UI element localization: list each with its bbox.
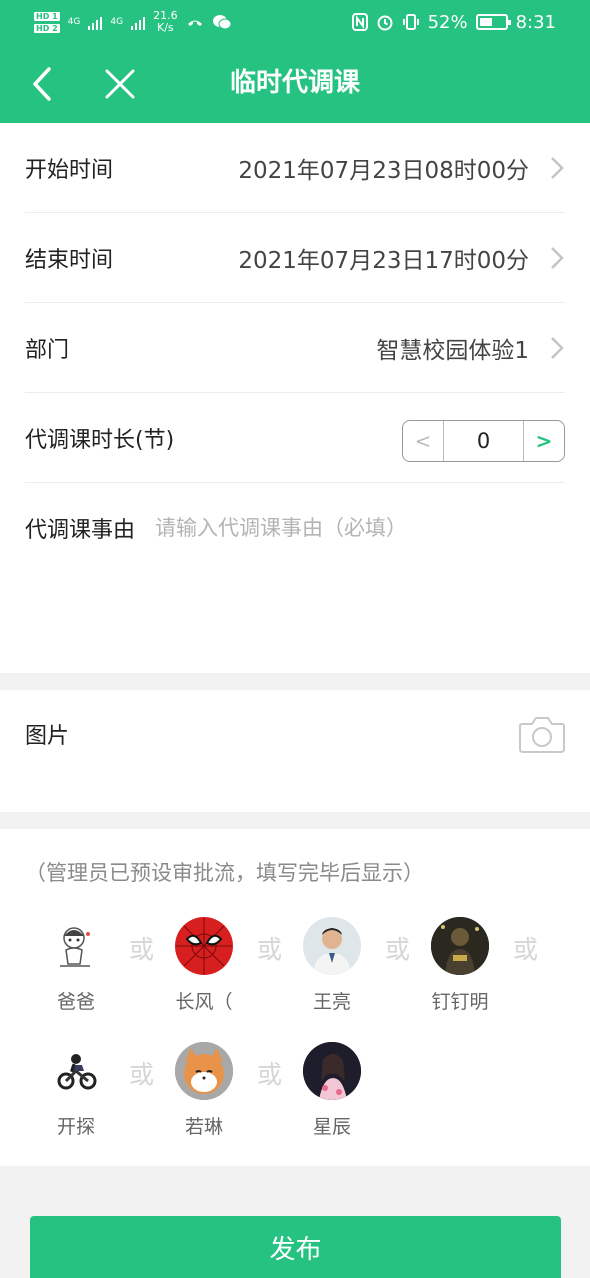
avatar [175, 1042, 233, 1100]
avatar [175, 917, 233, 975]
status-bar: HD 1 HD 2 4G 4G 21.6 K/s 52% 8:31 [0, 0, 590, 44]
end-time-value: 2021年07月23日17时00分 [238, 247, 529, 274]
approver-name: 长风（ [175, 991, 233, 1013]
picture-label: 图片 [25, 724, 70, 749]
chevron-right-icon [551, 157, 564, 179]
or-separator: 或 [129, 935, 155, 964]
chevron-left-icon[interactable] [22, 64, 62, 104]
or-separator: 或 [257, 935, 283, 964]
battery-fill [479, 18, 492, 26]
vibrate-icon [402, 14, 419, 30]
avatar [47, 1042, 105, 1100]
duration-row: 代调课时长(节) < 0 > [25, 393, 565, 483]
speed-unit: K/s [157, 21, 174, 34]
wechat-icon [212, 15, 232, 30]
approver-name: 星辰 [312, 1116, 351, 1138]
network-label-2: 4G [110, 17, 124, 27]
picture-section: 图片 [0, 690, 590, 812]
avatar [303, 917, 361, 975]
network-label-1: 4G [67, 17, 81, 27]
avatar [431, 917, 489, 975]
end-time-row[interactable]: 结束时间 2021年07月23日17时00分 [25, 213, 565, 303]
status-left: HD 1 HD 2 4G 4G 21.6 K/s [34, 6, 232, 38]
approver: 若琳 [159, 1042, 249, 1139]
reason-row: 代调课事由 [25, 483, 565, 573]
clock: 8:31 [515, 11, 556, 33]
approver: 长风（ [159, 917, 249, 1014]
approver: 星辰 [287, 1042, 377, 1139]
phone-call-icon [187, 20, 202, 26]
duration-value[interactable]: 0 [444, 421, 523, 461]
signal-icon-2 [131, 14, 146, 30]
start-time-value: 2021年07月23日08时00分 [238, 157, 529, 184]
approver-name: 若琳 [184, 1116, 223, 1138]
nfc-icon [351, 13, 368, 31]
battery-percent: 52% [427, 11, 468, 33]
department-row[interactable]: 部门 智慧校园体验1 [25, 303, 565, 393]
reason-input[interactable] [155, 516, 536, 540]
close-icon[interactable] [100, 64, 140, 104]
approver-name: 开探 [56, 1116, 95, 1138]
duration-label: 代调课时长(节) [25, 427, 175, 453]
approval-section: （管理员已预设审批流，填写完毕后显示） 爸爸 或 长风（ 或 王亮 或 钉钉明 … [0, 829, 590, 1166]
duration-stepper: < 0 > [402, 420, 565, 462]
battery-icon [475, 14, 511, 30]
or-separator: 或 [513, 935, 539, 964]
hd1-badge: HD 1 [34, 11, 60, 21]
approver-name: 爸爸 [56, 991, 95, 1013]
approver: 开探 [31, 1042, 121, 1139]
hd-badges: HD 1 HD 2 [34, 11, 60, 33]
approver: 钉钉明 [415, 917, 505, 1014]
publish-button[interactable]: 发布 [30, 1216, 561, 1278]
department-value: 智慧校园体验1 [376, 337, 529, 364]
reason-label: 代调课事由 [25, 518, 136, 543]
avatar [47, 917, 105, 975]
avatar [303, 1042, 361, 1100]
chevron-right-icon [551, 247, 564, 269]
chevron-right-icon [551, 337, 564, 359]
or-separator: 或 [129, 1060, 155, 1089]
or-separator: 或 [385, 935, 411, 964]
increment-button[interactable]: > [523, 421, 564, 461]
network-speed: 21.6 K/s [153, 10, 178, 34]
or-separator: 或 [257, 1060, 283, 1089]
start-time-row[interactable]: 开始时间 2021年07月23日08时00分 [25, 123, 565, 213]
camera-icon[interactable] [518, 714, 566, 754]
title-bar: 临时代调课 [0, 44, 590, 123]
start-time-label: 开始时间 [25, 157, 114, 183]
signal-icon [88, 14, 103, 30]
form-section: 开始时间 2021年07月23日08时00分 结束时间 2021年07月23日1… [0, 123, 590, 673]
hd2-badge: HD 2 [34, 23, 60, 33]
department-label: 部门 [25, 337, 70, 363]
approver: 王亮 [287, 917, 377, 1014]
alarm-icon [377, 15, 393, 31]
approver-name: 王亮 [312, 991, 351, 1013]
approver-name: 钉钉明 [431, 991, 489, 1013]
decrement-button[interactable]: < [403, 421, 444, 461]
end-time-label: 结束时间 [25, 247, 114, 273]
page-title: 临时代调课 [229, 68, 360, 98]
approval-hint: （管理员已预设审批流，填写完毕后显示） [25, 861, 424, 885]
approver: 爸爸 [31, 917, 121, 1014]
status-right: 52% 8:31 [351, 0, 556, 44]
